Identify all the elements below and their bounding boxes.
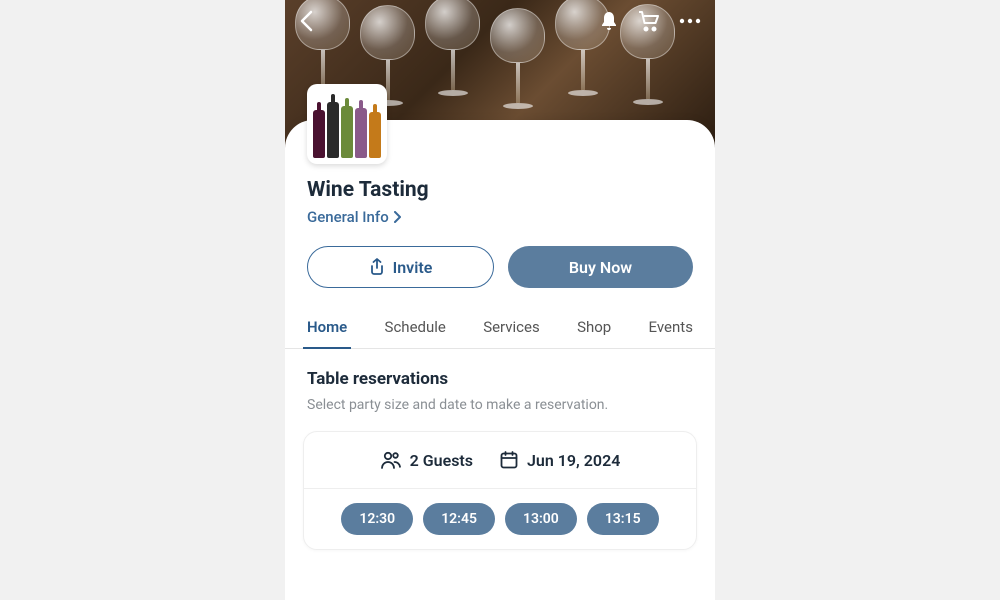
time-slots: 12:30 12:45 13:00 13:15 bbox=[304, 489, 696, 549]
reservation-card: 2 Guests Jun 19, 2024 12:30 12:45 13:00 … bbox=[303, 431, 697, 550]
reservations-subtext: Select party size and date to make a res… bbox=[307, 397, 693, 413]
app-viewport: Wine Tasting General Info Invite Buy Now… bbox=[285, 0, 715, 600]
business-logo bbox=[307, 84, 387, 164]
tab-schedule[interactable]: Schedule bbox=[381, 310, 450, 348]
date-value: Jun 19, 2024 bbox=[527, 451, 620, 470]
guests-selector[interactable]: 2 Guests bbox=[380, 450, 473, 470]
general-info-label: General Info bbox=[307, 208, 389, 226]
page-title: Wine Tasting bbox=[307, 178, 693, 202]
reservations-heading: Table reservations bbox=[307, 369, 693, 389]
tab-shop[interactable]: Shop bbox=[573, 310, 615, 348]
time-slot[interactable]: 13:15 bbox=[587, 503, 659, 535]
guests-value: 2 Guests bbox=[410, 451, 473, 470]
time-slot[interactable]: 12:45 bbox=[423, 503, 495, 535]
buy-now-button[interactable]: Buy Now bbox=[508, 246, 693, 288]
tab-services[interactable]: Services bbox=[479, 310, 544, 348]
tab-bar: Home Schedule Services Shop Events bbox=[285, 310, 715, 349]
buy-label: Buy Now bbox=[569, 258, 632, 277]
time-slot[interactable]: 13:00 bbox=[505, 503, 577, 535]
back-button[interactable] bbox=[299, 10, 313, 32]
tab-events[interactable]: Events bbox=[645, 310, 697, 348]
more-icon[interactable] bbox=[679, 18, 701, 24]
invite-label: Invite bbox=[393, 258, 433, 277]
guests-icon bbox=[380, 450, 402, 470]
general-info-link[interactable]: General Info bbox=[307, 208, 693, 226]
content-sheet: Wine Tasting General Info Invite Buy Now… bbox=[285, 120, 715, 600]
tab-home[interactable]: Home bbox=[303, 310, 351, 348]
chevron-right-icon bbox=[393, 211, 401, 223]
date-selector[interactable]: Jun 19, 2024 bbox=[499, 450, 620, 470]
top-bar bbox=[285, 10, 715, 32]
bell-icon[interactable] bbox=[599, 10, 619, 32]
time-slot[interactable]: 12:30 bbox=[341, 503, 413, 535]
share-icon bbox=[369, 258, 385, 276]
invite-button[interactable]: Invite bbox=[307, 246, 494, 288]
cart-icon[interactable] bbox=[637, 10, 661, 32]
calendar-icon bbox=[499, 450, 519, 470]
